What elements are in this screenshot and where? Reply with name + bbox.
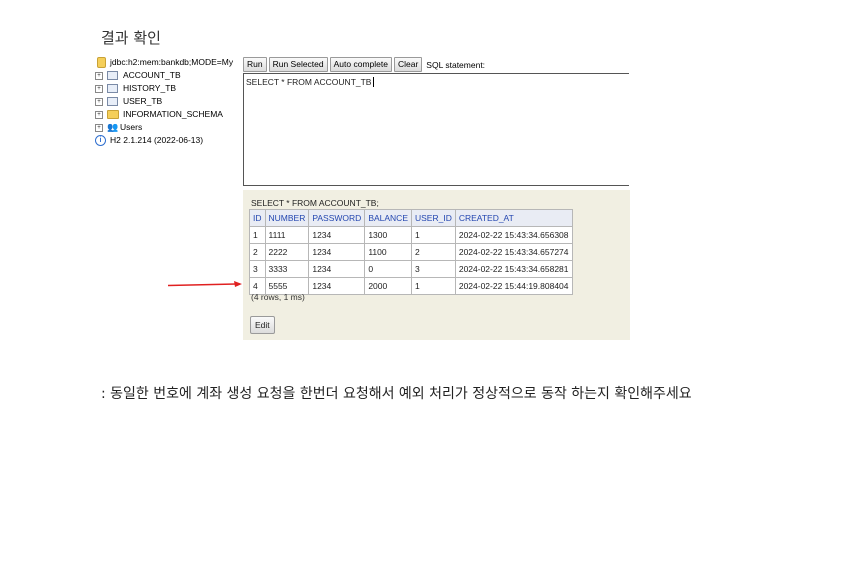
table-cell: 2222 (264, 243, 310, 261)
database-icon (97, 57, 106, 68)
result-table: ID NUMBER PASSWORD BALANCE USER_ID CREAT… (249, 209, 573, 295)
table-cell: 3333 (264, 260, 310, 278)
connection-label: jdbc:h2:mem:bankdb;MODE=My (110, 57, 234, 67)
sql-toolbar: Run Run Selected Auto complete Clear SQL… (243, 57, 485, 72)
version-label: H2 2.1.214 (2022-06-13) (110, 135, 204, 145)
table-cell: 2024-02-22 15:43:34.656308 (454, 226, 573, 244)
tree-item-label: USER_TB (123, 96, 163, 106)
table-icon (107, 71, 118, 80)
table-cell: 3 (411, 260, 456, 278)
table-cell: 2 (249, 243, 266, 261)
table-cell: 2 (411, 243, 456, 261)
table-icon (107, 97, 118, 106)
arrow-head (234, 281, 242, 287)
table-cell: 2024-02-22 15:43:34.657274 (454, 243, 573, 261)
expand-icon[interactable]: + (95, 84, 103, 93)
expand-icon[interactable]: + (95, 110, 103, 119)
schema-tree: jdbc:h2:mem:bankdb;MODE=My + ACCOUNT_TB … (95, 56, 245, 147)
sql-editor[interactable]: SELECT * FROM ACCOUNT_TB (243, 73, 629, 186)
column-header: ID (249, 209, 266, 227)
tree-item-label: ACCOUNT_TB (123, 70, 181, 80)
tree-item-account-tb[interactable]: + ACCOUNT_TB (95, 69, 245, 82)
result-header-row: ID NUMBER PASSWORD BALANCE USER_ID CREAT… (249, 209, 573, 227)
column-header: NUMBER (264, 209, 310, 227)
auto-complete-button[interactable]: Auto complete (329, 57, 392, 72)
tree-item-history-tb[interactable]: + HISTORY_TB (95, 82, 245, 95)
tree-item-label: INFORMATION_SCHEMA (123, 109, 223, 119)
column-header: PASSWORD (308, 209, 366, 227)
arrow-shaft (168, 283, 237, 287)
tree-item-users[interactable]: + 👥 Users (95, 121, 245, 134)
table-cell: 1234 (308, 226, 366, 244)
expand-icon[interactable]: + (95, 71, 103, 80)
clear-button[interactable]: Clear (393, 57, 423, 72)
tree-version: i H2 2.1.214 (2022-06-13) (95, 134, 245, 147)
sql-editor-text: SELECT * FROM ACCOUNT_TB (246, 77, 372, 87)
table-cell: 2000 (364, 277, 412, 295)
sql-statement-label: SQL statement: (426, 59, 486, 70)
table-cell: 1300 (364, 226, 412, 244)
column-header: BALANCE (364, 209, 412, 227)
page-heading: 결과 확인 (101, 29, 161, 47)
red-arrow-icon (168, 281, 242, 287)
tree-item-label: HISTORY_TB (123, 83, 177, 93)
table-cell: 0 (364, 260, 412, 278)
run-selected-button[interactable]: Run Selected (268, 57, 328, 72)
column-header: CREATED_AT (454, 209, 573, 227)
table-cell: 1 (249, 226, 266, 244)
expand-icon[interactable]: + (95, 123, 103, 132)
table-row: 2 2222 1234 1100 2 2024-02-22 15:43:34.6… (249, 243, 573, 261)
expand-icon[interactable]: + (95, 97, 103, 106)
table-cell: 1100 (364, 243, 412, 261)
folder-icon (107, 110, 119, 119)
note-text: : 동일한 번호에 계좌 생성 요청을 한번더 요청해서 예외 처리가 정상적으… (101, 386, 692, 402)
column-header: USER_ID (411, 209, 456, 227)
table-cell: 1234 (308, 243, 366, 261)
table-icon (107, 84, 118, 93)
table-row: 3 3333 1234 0 3 2024-02-22 15:43:34.6582… (249, 260, 573, 278)
result-panel: SELECT * FROM ACCOUNT_TB; ID NUMBER PASS… (243, 190, 630, 340)
table-cell: 1234 (308, 277, 366, 295)
table-cell: 1 (411, 226, 456, 244)
run-button[interactable]: Run (243, 57, 267, 72)
rows-info: (4 rows, 1 ms) (251, 292, 305, 302)
result-query: SELECT * FROM ACCOUNT_TB; (251, 198, 379, 208)
table-cell: 2024-02-22 15:44:19.808404 (454, 277, 573, 295)
table-cell: 3 (249, 260, 266, 278)
edit-button[interactable]: Edit (250, 316, 275, 334)
table-cell: 1111 (264, 226, 310, 244)
users-icon: 👥 (107, 122, 119, 132)
info-icon: i (95, 135, 106, 146)
table-cell: 1234 (308, 260, 366, 278)
table-row: 1 1111 1234 1300 1 2024-02-22 15:43:34.6… (249, 226, 573, 244)
tree-item-information-schema[interactable]: + INFORMATION_SCHEMA (95, 108, 245, 121)
tree-connection[interactable]: jdbc:h2:mem:bankdb;MODE=My (95, 56, 245, 69)
tree-item-label: Users (120, 122, 143, 132)
tree-item-user-tb[interactable]: + USER_TB (95, 95, 245, 108)
table-cell: 1 (411, 277, 456, 295)
h2-console-screenshot: jdbc:h2:mem:bankdb;MODE=My + ACCOUNT_TB … (95, 56, 630, 342)
table-cell: 2024-02-22 15:43:34.658281 (454, 260, 573, 278)
